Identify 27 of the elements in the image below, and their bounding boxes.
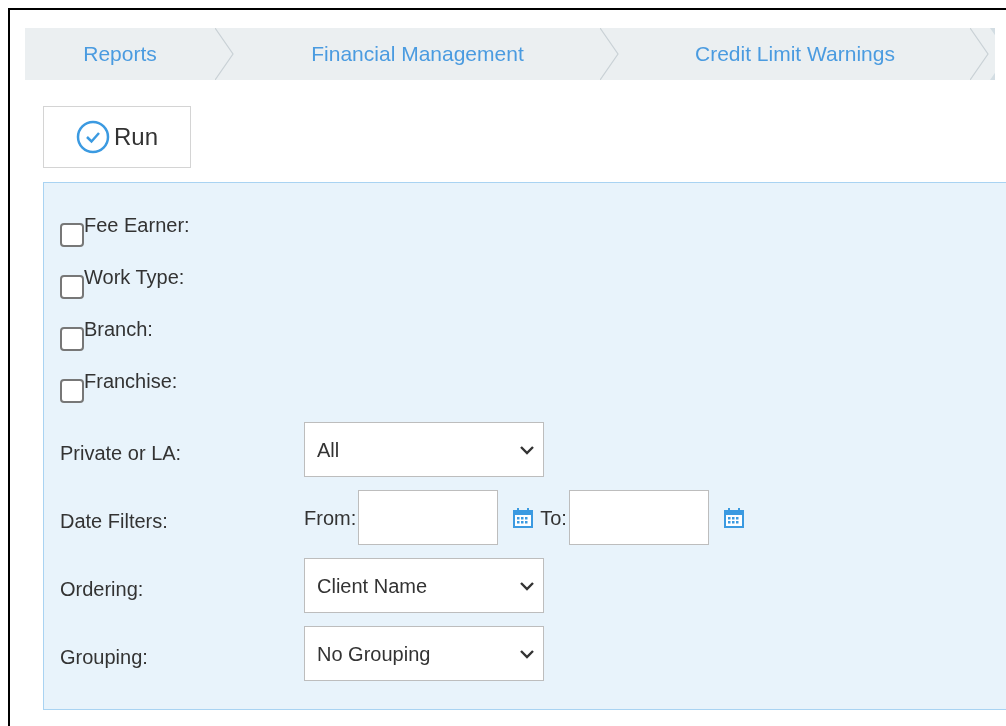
field-label: Ordering: <box>60 576 145 602</box>
field-label: Date Filters: <box>60 508 169 534</box>
to-date-field[interactable] <box>568 490 709 545</box>
check-circle-icon <box>76 120 110 154</box>
field-label: Grouping: <box>60 644 149 670</box>
calendar-icon[interactable] <box>512 506 535 529</box>
checkbox[interactable] <box>60 275 84 299</box>
filter-label: Fee Earner: <box>84 213 190 237</box>
dropdown[interactable]: No Grouping <box>304 626 544 681</box>
from-date-field[interactable] <box>358 490 499 545</box>
checkbox[interactable] <box>60 379 84 403</box>
breadcrumb-separator <box>215 28 235 80</box>
field-label: Private or LA: <box>60 440 183 466</box>
filter-label: Work Type: <box>84 265 185 289</box>
dropdown[interactable]: All <box>304 422 544 477</box>
dropdown[interactable]: Client Name <box>304 558 544 613</box>
run-button[interactable]: Run <box>43 106 191 168</box>
breadcrumb-separator <box>600 28 620 80</box>
breadcrumb-separator <box>970 28 990 80</box>
checkbox[interactable] <box>60 223 84 247</box>
calendar-icon[interactable] <box>722 506 745 529</box>
from-label: From: <box>304 505 357 531</box>
to-label: To: <box>540 505 567 531</box>
breadcrumb-end <box>990 28 995 80</box>
filter-label: Franchise: <box>84 369 178 393</box>
filter-label: Branch: <box>84 317 153 341</box>
checkbox[interactable] <box>60 327 84 351</box>
